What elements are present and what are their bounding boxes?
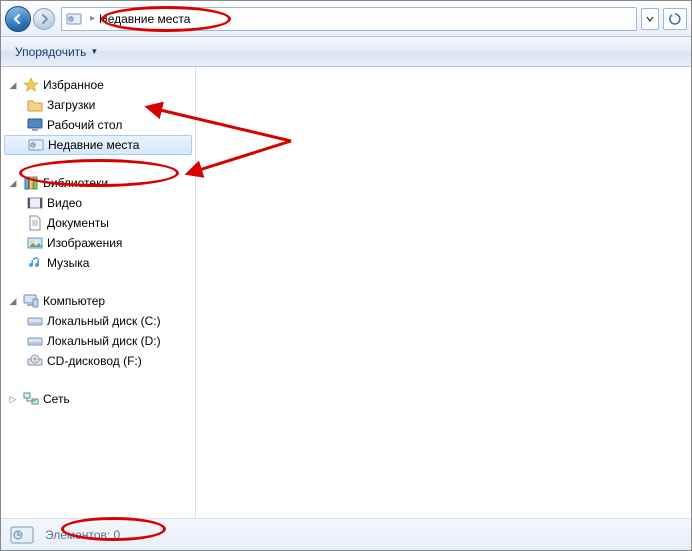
tree-node-favorites[interactable]: ◢ Избранное <box>1 75 195 95</box>
recent-places-icon <box>28 137 44 153</box>
forward-button[interactable] <box>33 8 55 30</box>
tree-label: Изображения <box>47 236 122 250</box>
navigation-bar: ▸ Недавние места <box>1 1 691 37</box>
expander-icon[interactable]: ▷ <box>7 394 19 405</box>
tree-node-drive-c[interactable]: Локальный диск (C:) <box>1 311 195 331</box>
tree-label: Библиотеки <box>43 176 108 190</box>
document-icon <box>27 215 43 231</box>
desktop-icon <box>27 117 43 133</box>
disk-icon <box>27 333 43 349</box>
cd-drive-icon <box>27 353 43 369</box>
breadcrumb-separator-icon: ▸ <box>90 13 95 24</box>
tree-label: Локальный диск (D:) <box>47 334 161 348</box>
tree-label: Избранное <box>43 78 104 92</box>
address-bar[interactable]: ▸ Недавние места <box>61 7 637 31</box>
music-icon <box>27 255 43 271</box>
tree-label: Музыка <box>47 256 89 270</box>
address-history-dropdown[interactable] <box>641 8 659 30</box>
tree-node-documents[interactable]: Документы <box>1 213 195 233</box>
navigation-tree: ◢ Избранное Загрузки Рабочий стол <box>1 67 196 518</box>
toolbar: Упорядочить ▼ <box>1 37 691 67</box>
tree-label: Документы <box>47 216 109 230</box>
status-bar: Элементов: 0 <box>1 518 691 550</box>
tree-group-network: ▷ Сеть <box>1 389 195 409</box>
tree-label: Компьютер <box>43 294 105 308</box>
tree-label: Локальный диск (C:) <box>47 314 161 328</box>
tree-group-libraries: ◢ Библиотеки Видео Документы <box>1 173 195 273</box>
tree-label: Сеть <box>43 392 70 406</box>
tree-node-music[interactable]: Музыка <box>1 253 195 273</box>
tree-label: Рабочий стол <box>47 118 122 132</box>
content-pane[interactable] <box>196 67 691 518</box>
tree-label: CD-дисковод (F:) <box>47 354 142 368</box>
status-elements-count: Элементов: 0 <box>45 528 120 542</box>
recent-places-icon <box>66 11 82 27</box>
tree-label: Видео <box>47 196 82 210</box>
disk-icon <box>27 313 43 329</box>
tree-node-computer[interactable]: ◢ Компьютер <box>1 291 195 311</box>
video-icon <box>27 195 43 211</box>
network-icon <box>23 391 39 407</box>
expander-icon[interactable]: ◢ <box>7 296 19 307</box>
computer-icon <box>23 293 39 309</box>
address-text: Недавние места <box>99 12 190 26</box>
tree-node-downloads[interactable]: Загрузки <box>1 95 195 115</box>
expander-icon[interactable]: ◢ <box>7 178 19 189</box>
tree-node-libraries[interactable]: ◢ Библиотеки <box>1 173 195 193</box>
organize-button[interactable]: Упорядочить ▼ <box>9 43 104 61</box>
refresh-button[interactable] <box>663 8 687 30</box>
main-area: ◢ Избранное Загрузки Рабочий стол <box>1 67 691 518</box>
folder-icon <box>27 97 43 113</box>
tree-node-desktop[interactable]: Рабочий стол <box>1 115 195 135</box>
libraries-icon <box>23 175 39 191</box>
tree-label: Недавние места <box>48 138 139 152</box>
tree-node-drive-cd[interactable]: CD-дисковод (F:) <box>1 351 195 371</box>
tree-group-computer: ◢ Компьютер Локальный диск (C:) Локальны… <box>1 291 195 371</box>
tree-node-pictures[interactable]: Изображения <box>1 233 195 253</box>
recent-places-icon <box>9 522 35 548</box>
tree-label: Загрузки <box>47 98 95 112</box>
tree-node-drive-d[interactable]: Локальный диск (D:) <box>1 331 195 351</box>
organize-label: Упорядочить <box>15 45 86 59</box>
pictures-icon <box>27 235 43 251</box>
chevron-down-icon: ▼ <box>90 47 98 56</box>
tree-node-network[interactable]: ▷ Сеть <box>1 389 195 409</box>
star-icon <box>23 77 39 93</box>
tree-group-favorites: ◢ Избранное Загрузки Рабочий стол <box>1 75 195 155</box>
back-button[interactable] <box>5 6 31 32</box>
tree-node-recent-places[interactable]: Недавние места <box>4 135 192 155</box>
tree-node-videos[interactable]: Видео <box>1 193 195 213</box>
expander-icon[interactable]: ◢ <box>7 80 19 91</box>
